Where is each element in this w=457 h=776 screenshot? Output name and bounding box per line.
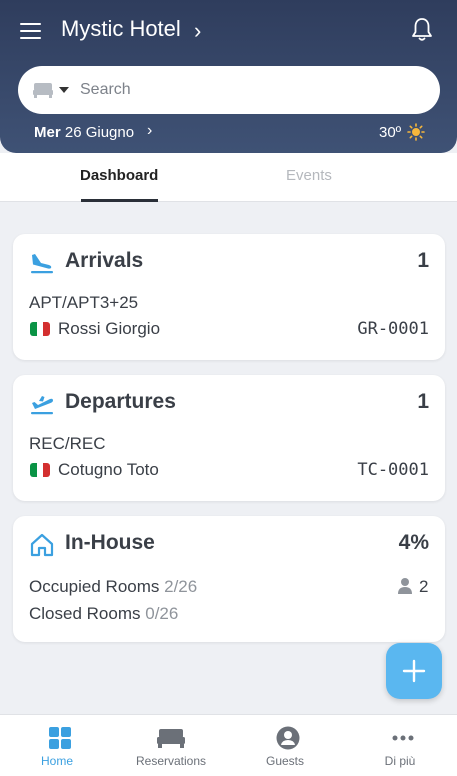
guests-count: 2 bbox=[419, 577, 429, 596]
bell-icon[interactable] bbox=[410, 17, 434, 43]
more-icon bbox=[392, 735, 414, 741]
closed-value: 0/26 bbox=[145, 604, 179, 623]
room-type: APT/APT3+25 bbox=[29, 293, 139, 312]
chevron-right-icon[interactable]: › bbox=[194, 20, 201, 42]
closed-rooms: Closed Rooms 0/26 bbox=[29, 604, 178, 624]
add-button[interactable] bbox=[386, 643, 442, 699]
chevron-right-icon[interactable]: › bbox=[147, 122, 152, 140]
arrivals-title: Arrivals bbox=[65, 249, 144, 272]
bed-icon[interactable] bbox=[32, 80, 54, 100]
departures-count: 1 bbox=[417, 390, 429, 413]
nav-guests[interactable]: Guests bbox=[228, 715, 342, 776]
active-tab-indicator bbox=[81, 199, 158, 202]
sun-icon bbox=[407, 123, 425, 141]
plane-takeoff-icon bbox=[31, 396, 53, 415]
reservation-code: TC-0001 bbox=[357, 460, 429, 480]
menu-icon[interactable] bbox=[20, 23, 41, 39]
inhouse-percent: 4% bbox=[398, 531, 429, 554]
nav-reservations-label: Reservations bbox=[135, 754, 207, 768]
search-bar bbox=[18, 66, 440, 114]
italy-flag-icon bbox=[30, 322, 50, 336]
guest-name: Rossi Giorgio bbox=[58, 319, 161, 338]
tab-bar: Dashboard Events bbox=[0, 153, 457, 202]
plane-landing-icon bbox=[31, 254, 53, 274]
closed-label: Closed Rooms bbox=[29, 604, 141, 623]
search-input[interactable] bbox=[80, 74, 420, 106]
occupied-value: 2/26 bbox=[164, 577, 198, 596]
inhouse-card[interactable]: In-House 4% Occupied Rooms 2/26 Closed R… bbox=[13, 516, 445, 642]
bed-icon bbox=[157, 729, 185, 748]
italy-flag-icon bbox=[30, 463, 50, 477]
room-type: REC/REC bbox=[29, 434, 106, 453]
arrivals-card[interactable]: Arrivals 1 APT/APT3+25 Rossi Giorgio GR-… bbox=[13, 234, 445, 360]
nav-home[interactable]: Home bbox=[0, 715, 114, 776]
nav-more[interactable]: Di più bbox=[343, 715, 457, 776]
grid-icon bbox=[49, 727, 71, 749]
departures-title: Departures bbox=[65, 390, 176, 413]
nav-more-label: Di più bbox=[384, 754, 416, 768]
app-header: Mystic Hotel › Mer 26 Giugno › 30º bbox=[0, 0, 457, 153]
user-circle-icon bbox=[276, 726, 300, 750]
tab-events[interactable]: Events bbox=[286, 167, 332, 184]
guest-name: Cotugno Toto bbox=[58, 460, 159, 479]
date-selector[interactable]: Mer 26 Giugno bbox=[34, 124, 134, 141]
date-day: Mer bbox=[34, 124, 61, 141]
occupied-label: Occupied Rooms bbox=[29, 577, 160, 596]
departures-card[interactable]: Departures 1 REC/REC Cotugno Toto TC-000… bbox=[13, 375, 445, 501]
house-icon bbox=[30, 533, 54, 557]
inhouse-title: In-House bbox=[65, 531, 155, 554]
plus-icon bbox=[402, 659, 426, 683]
bottom-nav: Home Reservations Guests Di più bbox=[0, 714, 457, 776]
temperature: 30º bbox=[379, 124, 402, 141]
nav-reservations[interactable]: Reservations bbox=[114, 715, 228, 776]
tab-dashboard[interactable]: Dashboard bbox=[80, 167, 158, 184]
occupied-rooms: Occupied Rooms 2/26 bbox=[29, 577, 197, 597]
hotel-name[interactable]: Mystic Hotel bbox=[61, 16, 181, 42]
date-text: 26 Giugno bbox=[64, 124, 135, 141]
nav-home-label: Home bbox=[40, 754, 73, 768]
person-icon bbox=[398, 578, 412, 594]
arrivals-count: 1 bbox=[417, 249, 429, 272]
nav-guests-label: Guests bbox=[265, 754, 304, 768]
caret-down-icon[interactable] bbox=[59, 87, 69, 93]
reservation-code: GR-0001 bbox=[357, 319, 429, 339]
